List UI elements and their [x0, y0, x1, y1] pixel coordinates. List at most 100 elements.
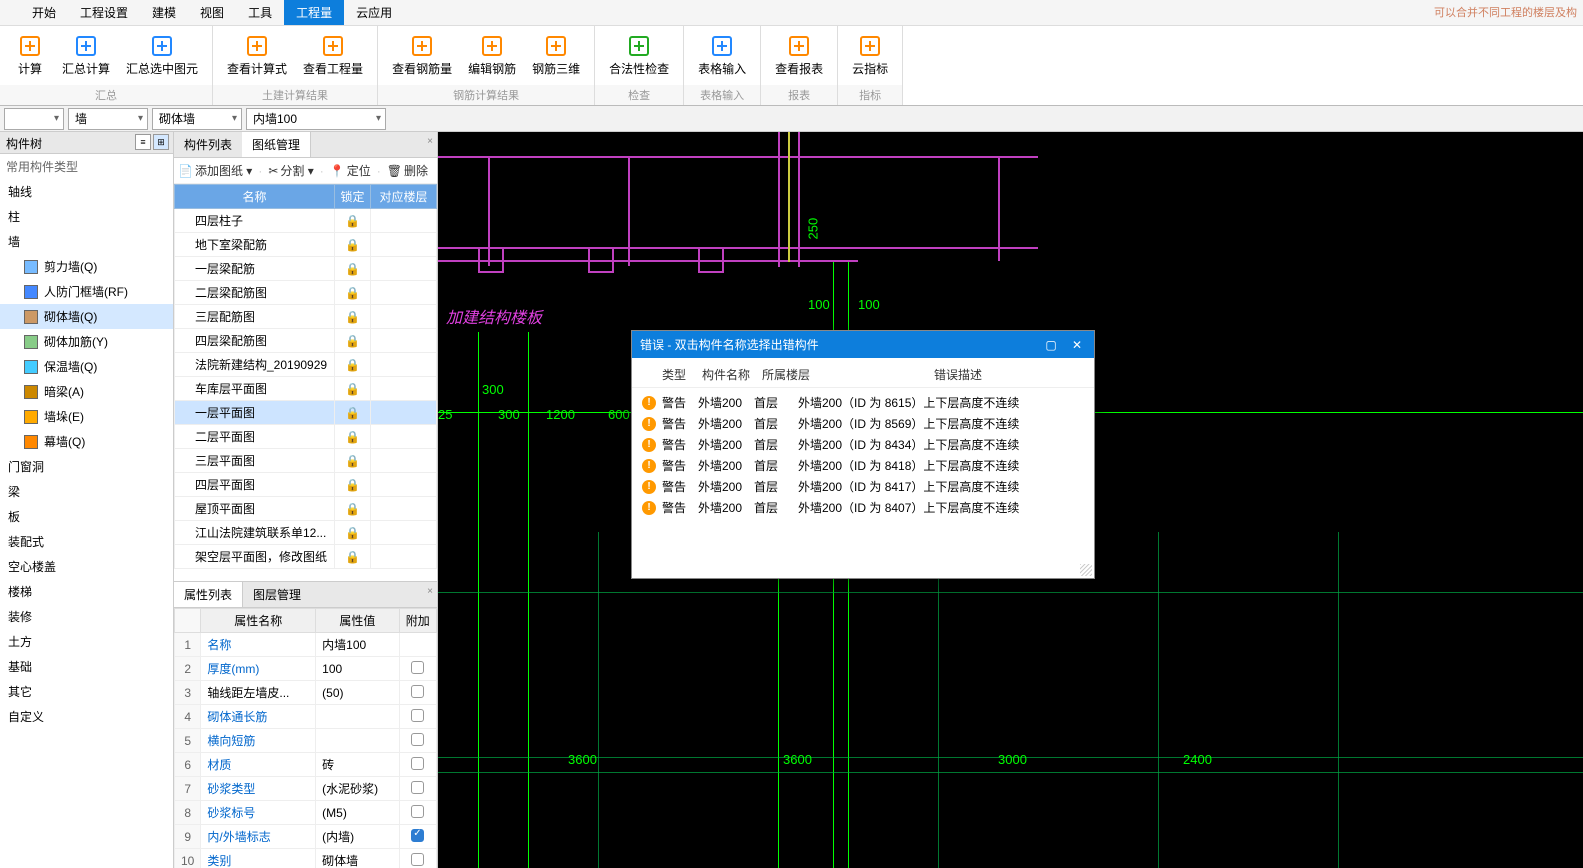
tree-item[interactable]: 土方 [0, 629, 173, 654]
toolbar-定位[interactable]: 📍定位 [330, 162, 371, 179]
error-row[interactable]: !警告外墙200首层外墙200（ID 为 8569）上下层高度不连续 [632, 413, 1094, 434]
ribbon-cloud-index[interactable]: 云指标 [844, 30, 896, 81]
table-row[interactable]: 架空层平面图，修改图纸🔒 [175, 545, 437, 569]
dropdown-category[interactable]: 墙 [68, 108, 148, 130]
property-row[interactable]: 1名称内墙100 [175, 633, 437, 657]
tree-item[interactable]: 人防门框墙(RF) [0, 279, 173, 304]
tree-item[interactable]: 基础 [0, 654, 173, 679]
toolbar-删除[interactable]: 🗑删除 [387, 162, 428, 179]
tree-item[interactable]: 墙 [0, 229, 173, 254]
tree-item[interactable]: 装配式 [0, 529, 173, 554]
tree-item[interactable]: 自定义 [0, 704, 173, 729]
view-grid-icon[interactable]: ⊞ [153, 134, 169, 150]
checkbox[interactable] [411, 685, 424, 698]
close-icon[interactable]: × [427, 586, 433, 597]
property-row[interactable]: 10类别砌体墙 [175, 849, 437, 868]
table-row[interactable]: 四层梁配筋图🔒 [175, 329, 437, 353]
checkbox[interactable] [411, 709, 424, 722]
ribbon-sum-calc[interactable]: 汇总计算 [54, 30, 118, 81]
tree-item[interactable]: 暗梁(A) [0, 379, 173, 404]
table-row[interactable]: 四层柱子🔒 [175, 209, 437, 233]
table-row[interactable]: 三层平面图🔒 [175, 449, 437, 473]
checkbox[interactable] [411, 781, 424, 794]
resize-grip-icon[interactable] [1080, 564, 1092, 576]
tree-item[interactable]: 轴线 [0, 179, 173, 204]
tree-item[interactable]: 板 [0, 504, 173, 529]
menu-item[interactable]: 工程设置 [68, 0, 140, 25]
table-row[interactable]: 一层梁配筋🔒 [175, 257, 437, 281]
property-row[interactable]: 2厚度(mm)100 [175, 657, 437, 681]
checkbox[interactable] [411, 661, 424, 674]
ribbon-view-rebar[interactable]: 查看钢筋量 [384, 30, 460, 81]
tree-item[interactable]: 墙垛(E) [0, 404, 173, 429]
tree-item[interactable]: 梁 [0, 479, 173, 504]
tree-item[interactable]: 其它 [0, 679, 173, 704]
checkbox[interactable] [411, 757, 424, 770]
error-row[interactable]: !警告外墙200首层外墙200（ID 为 8615）上下层高度不连续 [632, 392, 1094, 413]
property-row[interactable]: 7砂浆类型(水泥砂浆) [175, 777, 437, 801]
table-row[interactable]: 屋顶平面图🔒 [175, 497, 437, 521]
property-row[interactable]: 5横向短筋 [175, 729, 437, 753]
tree-item[interactable]: 砌体加筋(Y) [0, 329, 173, 354]
tree-item[interactable]: 砌体墙(Q) [0, 304, 173, 329]
tab[interactable]: 图纸管理 [242, 132, 311, 157]
table-row[interactable]: 地下室梁配筋🔒 [175, 233, 437, 257]
table-row[interactable]: 三层配筋图🔒 [175, 305, 437, 329]
table-row[interactable]: 法院新建结构_20190929🔒 [175, 353, 437, 377]
toolbar-添加图纸[interactable]: 📄添加图纸 ▾ [178, 162, 252, 179]
tree-item[interactable]: 剪力墙(Q) [0, 254, 173, 279]
checkbox[interactable] [411, 829, 424, 842]
dropdown-1[interactable] [4, 108, 64, 130]
table-row[interactable]: 车库层平面图🔒 [175, 377, 437, 401]
drawing-canvas[interactable]: 加建结构楼板 300 25 300 1200 600 250 100 100 3… [438, 132, 1583, 868]
ribbon-edit-rebar[interactable]: 编辑钢筋 [460, 30, 524, 81]
menu-item[interactable]: 视图 [188, 0, 236, 25]
property-row[interactable]: 4砌体通长筋 [175, 705, 437, 729]
toolbar-分割[interactable]: ✂分割 ▾ [268, 162, 313, 179]
error-row[interactable]: !警告外墙200首层外墙200（ID 为 8407）上下层高度不连续 [632, 497, 1094, 518]
property-row[interactable]: 8砂浆标号(M5) [175, 801, 437, 825]
property-row[interactable]: 9内/外墙标志(内墙) [175, 825, 437, 849]
tree-item[interactable]: 装修 [0, 604, 173, 629]
checkbox[interactable] [411, 733, 424, 746]
menu-item[interactable]: 工程量 [284, 0, 344, 25]
ribbon-sum-select[interactable]: 汇总选中图元 [118, 30, 206, 81]
close-icon[interactable]: ✕ [1068, 338, 1086, 352]
menu-item[interactable]: 建模 [140, 0, 188, 25]
ribbon-view-report[interactable]: 查看报表 [767, 30, 831, 81]
ribbon-rebar-3d[interactable]: 钢筋三维 [524, 30, 588, 81]
checkbox[interactable] [411, 853, 424, 866]
ribbon-table-input[interactable]: 表格输入 [690, 30, 754, 81]
error-row[interactable]: !警告外墙200首层外墙200（ID 为 8417）上下层高度不连续 [632, 476, 1094, 497]
table-row[interactable]: 四层平面图🔒 [175, 473, 437, 497]
tree-item[interactable]: 柱 [0, 204, 173, 229]
tree-item[interactable]: 楼梯 [0, 579, 173, 604]
tree-item[interactable]: 幕墙(Q) [0, 429, 173, 454]
tree-item[interactable]: 门窗洞 [0, 454, 173, 479]
property-row[interactable]: 3轴线距左墙皮...(50) [175, 681, 437, 705]
ribbon-view-formula[interactable]: 查看计算式 [219, 30, 295, 81]
minimize-icon[interactable]: ▢ [1042, 338, 1060, 352]
tree-item[interactable]: 空心楼盖 [0, 554, 173, 579]
ribbon-validity[interactable]: 合法性检查 [601, 30, 677, 81]
ribbon-calc[interactable]: 计算 [6, 30, 54, 81]
menu-item[interactable]: 云应用 [344, 0, 404, 25]
tab[interactable]: 属性列表 [174, 582, 243, 607]
view-list-icon[interactable]: ≡ [135, 134, 151, 150]
error-row[interactable]: !警告外墙200首层外墙200（ID 为 8418）上下层高度不连续 [632, 455, 1094, 476]
tree-item[interactable]: 保温墙(Q) [0, 354, 173, 379]
dialog-titlebar[interactable]: 错误 - 双击构件名称选择出错构件 ▢ ✕ [632, 331, 1094, 358]
menu-item[interactable]: 开始 [20, 0, 68, 25]
dropdown-component[interactable]: 内墙100 [246, 108, 386, 130]
property-row[interactable]: 6材质砖 [175, 753, 437, 777]
table-row[interactable]: 二层平面图🔒 [175, 425, 437, 449]
ribbon-view-qty[interactable]: 查看工程量 [295, 30, 371, 81]
table-row[interactable]: 江山法院建筑联系单12...🔒 [175, 521, 437, 545]
dropdown-type[interactable]: 砌体墙 [152, 108, 242, 130]
tab[interactable]: 构件列表 [174, 132, 242, 157]
checkbox[interactable] [411, 805, 424, 818]
table-row[interactable]: 一层平面图🔒 [175, 401, 437, 425]
table-row[interactable]: 二层梁配筋图🔒 [175, 281, 437, 305]
menu-item[interactable]: 工具 [236, 0, 284, 25]
tab[interactable]: 图层管理 [243, 582, 311, 607]
